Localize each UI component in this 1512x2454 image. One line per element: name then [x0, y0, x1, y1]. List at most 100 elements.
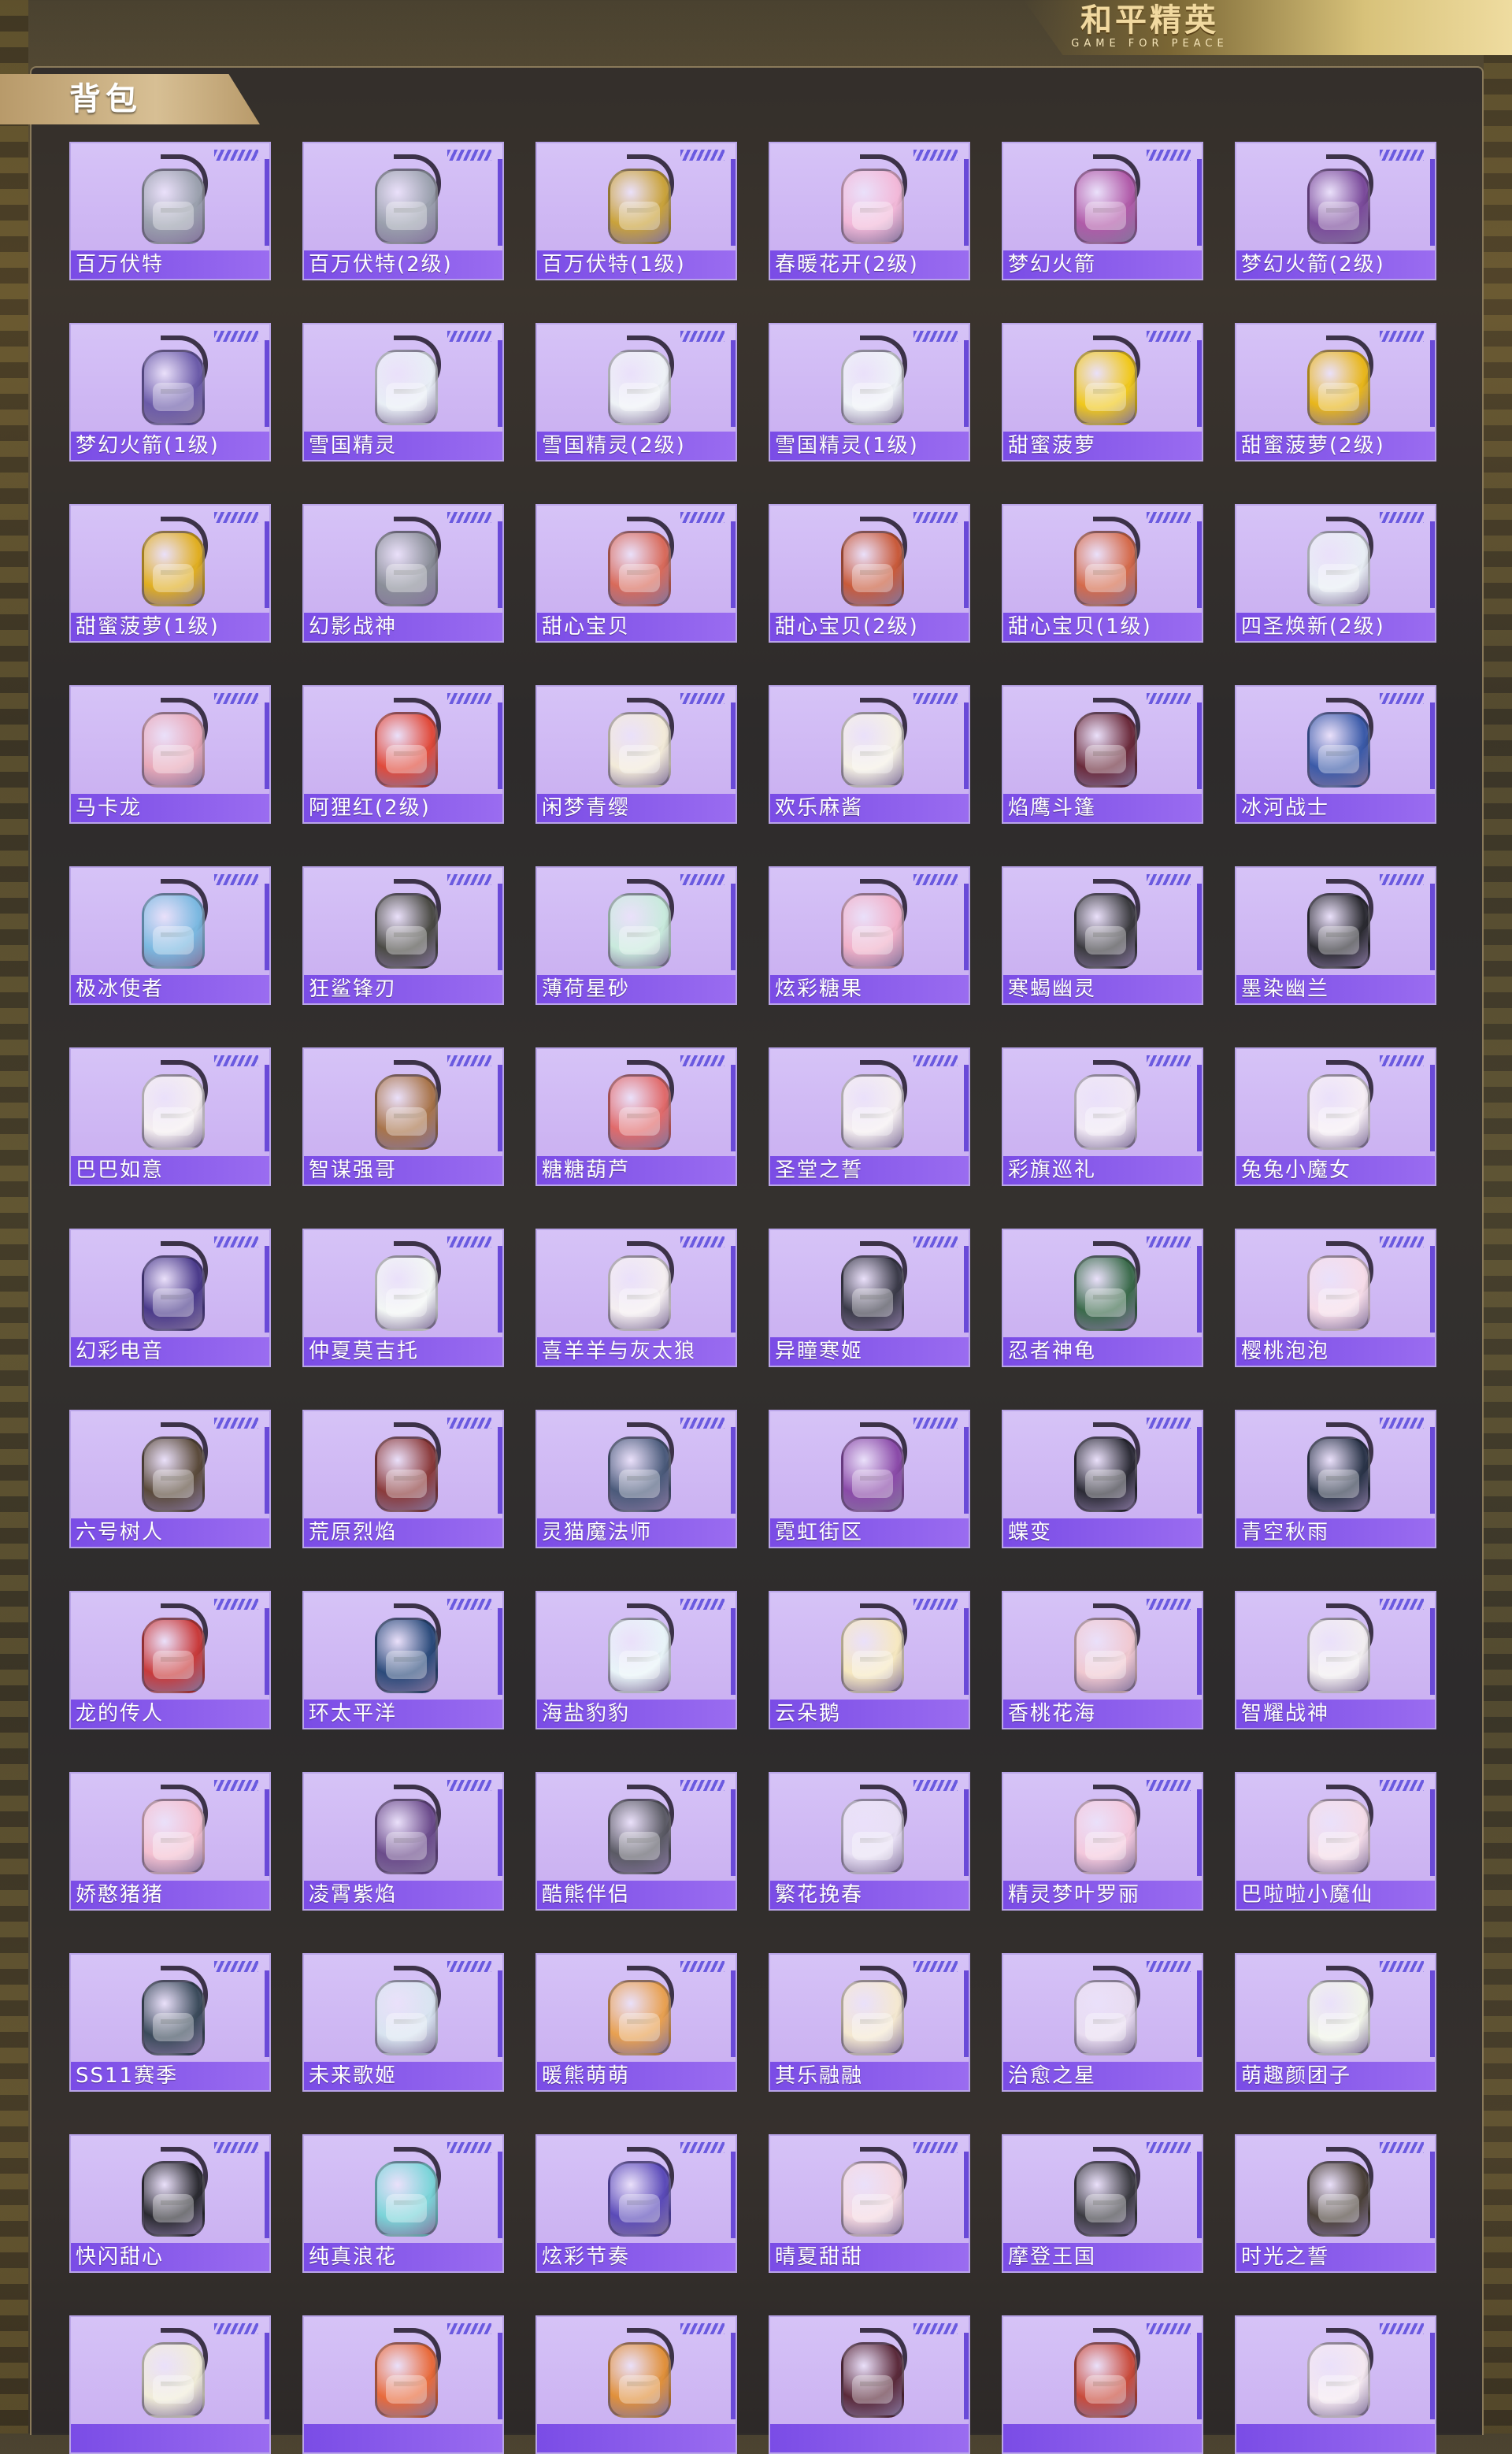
rarity-stripes: [914, 1780, 958, 1791]
rarity-stripes: [1147, 1418, 1191, 1429]
backpack-item-card[interactable]: 梦幻火箭(2级): [1235, 142, 1436, 280]
backpack-item-card[interactable]: 繁花挽春: [769, 1772, 970, 1911]
rarity-stripes: [447, 1599, 491, 1610]
backpack-item-card[interactable]: 甜蜜菠萝(1级): [69, 504, 271, 643]
backpack-item-card[interactable]: 甜心宝贝(1级): [1002, 504, 1203, 643]
backpack-pocket: [153, 2375, 194, 2404]
backpack-item-card[interactable]: 圣堂之誓: [769, 1047, 970, 1186]
item-name: 百万伏特(1级): [542, 253, 686, 276]
backpack-item-card[interactable]: 暖熊萌萌: [536, 1953, 737, 2092]
backpack-item-card[interactable]: 萌趣颜团子: [1235, 1953, 1436, 2092]
backpack-pocket: [852, 564, 893, 592]
backpack-item-card[interactable]: 雪国精灵(1级): [769, 323, 970, 462]
backpack-icon: [1298, 2325, 1384, 2422]
backpack-item-card[interactable]: 海盐豹豹: [536, 1591, 737, 1729]
backpack-item-card[interactable]: 炫彩糖果: [769, 866, 970, 1005]
backpack-item-card[interactable]: 娇憨猪猪: [69, 1772, 271, 1911]
backpack-item-card[interactable]: 梦幻火箭(1级): [69, 323, 271, 462]
backpack-item-card[interactable]: 甜心宝贝(2级): [769, 504, 970, 643]
backpack-item-card[interactable]: 狂鲨锋刃: [302, 866, 504, 1005]
backpack-item-card[interactable]: 青空秋雨: [1235, 1410, 1436, 1548]
backpack-item-card[interactable]: 晴夏甜甜: [769, 2134, 970, 2273]
backpack-item-card[interactable]: 阿狸红(2级): [302, 685, 504, 824]
backpack-item-card[interactable]: 仲夏莫吉托: [302, 1229, 504, 1367]
backpack-item-card[interactable]: 幻彩电音: [69, 1229, 271, 1367]
backpack-item-card[interactable]: 百万伏特: [69, 142, 271, 280]
backpack-item-card[interactable]: 摩登王国: [1002, 2134, 1203, 2273]
backpack-item-card[interactable]: 欢乐麻酱: [769, 685, 970, 824]
backpack-item-card[interactable]: 香桃花海: [1002, 1591, 1203, 1729]
backpack-item-card[interactable]: 四圣焕新(2级): [1235, 504, 1436, 643]
item-name: 百万伏特(2级): [309, 253, 453, 276]
backpack-icon: [598, 1600, 685, 1698]
backpack-item-card[interactable]: 精灵梦叶罗丽: [1002, 1772, 1203, 1911]
backpack-item-card[interactable]: 梦幻火箭: [1002, 142, 1203, 280]
backpack-item-card[interactable]: 快闪甜心: [69, 2134, 271, 2273]
backpack-item-card[interactable]: 彩旗巡礼: [1002, 1047, 1203, 1186]
item-name: 雪国精灵(2级): [542, 434, 686, 458]
backpack-item-card[interactable]: 智谋强哥: [302, 1047, 504, 1186]
backpack-item-card[interactable]: 甜蜜菠萝: [1002, 323, 1203, 462]
backpack-item-card[interactable]: 幻影战神: [302, 504, 504, 643]
backpack-item-card[interactable]: 冰河战士: [1235, 685, 1436, 824]
rarity-stripes: [1147, 874, 1191, 885]
backpack-item-card[interactable]: 雪国精灵: [302, 323, 504, 462]
backpack-item-card[interactable]: 霓虹街区: [769, 1410, 970, 1548]
backpack-item-card[interactable]: 甜蜜菠萝(2级): [1235, 323, 1436, 462]
backpack-item-card[interactable]: 雪国精灵(2级): [536, 323, 737, 462]
backpack-item-card[interactable]: 焰鹰斗篷: [1002, 685, 1203, 824]
backpack-item-card[interactable]: 巴啦啦小魔仙: [1235, 1772, 1436, 1911]
section-title: 背包: [69, 81, 142, 117]
backpack-item-card[interactable]: 喜羊羊与灰太狼: [536, 1229, 737, 1367]
backpack-pocket: [1318, 926, 1359, 955]
backpack-icon: [1298, 2144, 1384, 2241]
rarity-stripes: [214, 693, 258, 704]
rarity-stripes: [914, 512, 958, 523]
backpack-item-card[interactable]: 甜心宝贝: [536, 504, 737, 643]
backpack-item-card[interactable]: 酷熊伴侣: [536, 1772, 737, 1911]
backpack-item-card[interactable]: 蝶变: [1002, 1410, 1203, 1548]
backpack-item-card[interactable]: 薄荷星砂: [536, 866, 737, 1005]
backpack-item-card[interactable]: 未来歌姬: [302, 1953, 504, 2092]
item-name: 炫彩糖果: [775, 977, 864, 1001]
backpack-pocket: [1085, 2194, 1126, 2222]
backpack-item-card[interactable]: 灵猫魔法师: [536, 1410, 737, 1548]
backpack-item-card[interactable]: 极冰使者: [69, 866, 271, 1005]
backpack-item-card[interactable]: 兔兔小魔女: [1235, 1047, 1436, 1186]
backpack-item-card[interactable]: 闲梦青缨: [536, 685, 737, 824]
item-name: 智耀战神: [1241, 1702, 1330, 1726]
rarity-stripes: [680, 331, 724, 342]
backpack-item-card[interactable]: 炫彩节奏: [536, 2134, 737, 2273]
backpack-item-card[interactable]: 糖糖葫芦: [536, 1047, 737, 1186]
backpack-item-card[interactable]: 春暖花开(2级): [769, 142, 970, 280]
backpack-item-card[interactable]: 寒蝎幽灵: [1002, 866, 1203, 1005]
backpack-item-card[interactable]: 环太平洋: [302, 1591, 504, 1729]
backpack-item-card[interactable]: 龙的传人: [69, 1591, 271, 1729]
backpack-item-card[interactable]: 墨染幽兰: [1235, 866, 1436, 1005]
backpack-item-card[interactable]: 忍者神龟: [1002, 1229, 1203, 1367]
backpack-item-card[interactable]: 百万伏特(1级): [536, 142, 737, 280]
backpack-item-card[interactable]: 时光之誓: [1235, 2134, 1436, 2273]
backpack-pocket: [1318, 2013, 1359, 2041]
backpack-item-card[interactable]: 云朵鹅: [769, 1591, 970, 1729]
backpack-item-card[interactable]: 智耀战神: [1235, 1591, 1436, 1729]
backpack-item-card[interactable]: 巴巴如意: [69, 1047, 271, 1186]
backpack-item-card[interactable]: 异瞳寒姬: [769, 1229, 970, 1367]
rarity-stripes: [1380, 693, 1424, 704]
backpack-item-card[interactable]: 六号树人: [69, 1410, 271, 1548]
backpack-pocket: [1318, 745, 1359, 773]
backpack-item-card[interactable]: 马卡龙: [69, 685, 271, 824]
item-name: 幻彩电音: [76, 1340, 165, 1363]
backpack-item-card[interactable]: 纯真浪花: [302, 2134, 504, 2273]
backpack-item-card[interactable]: SS11赛季: [69, 1953, 271, 2092]
rarity-stripes: [1147, 2323, 1191, 2334]
backpack-item-card[interactable]: 荒原烈焰: [302, 1410, 504, 1548]
backpack-item-card[interactable]: 百万伏特(2级): [302, 142, 504, 280]
backpack-pocket: [153, 564, 194, 592]
backpack-item-card[interactable]: 樱桃泡泡: [1235, 1229, 1436, 1367]
backpack-item-card[interactable]: 凌霄紫焰: [302, 1772, 504, 1911]
rarity-stripes: [1380, 512, 1424, 523]
backpack-icon: [1298, 876, 1384, 973]
backpack-item-card[interactable]: 治愈之星: [1002, 1953, 1203, 2092]
backpack-item-card[interactable]: 其乐融融: [769, 1953, 970, 2092]
